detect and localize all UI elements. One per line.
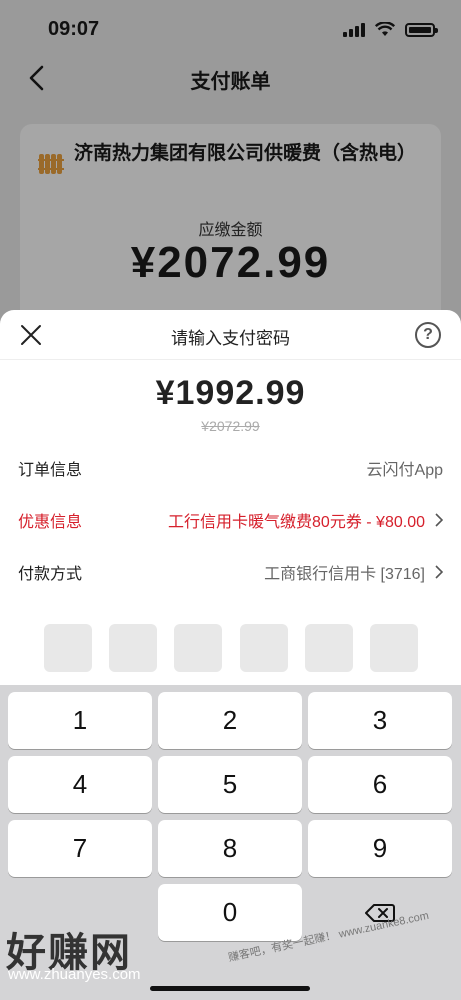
payment-method-row[interactable]: 付款方式 工商银行信用卡 [3716] [18, 560, 443, 584]
key-8[interactable]: 8 [158, 820, 302, 877]
chevron-right-icon [435, 513, 443, 527]
status-bar: 09:07 [0, 0, 461, 60]
amount-due: ¥2072.99 [130, 238, 331, 287]
key-9[interactable]: 9 [308, 820, 452, 877]
order-info-value: 云闪付App [367, 456, 443, 480]
payment-password-sheet: 请输入支付密码 ? ¥1992.99 ¥2072.99 订单信息 云闪付App … [0, 310, 461, 1000]
password-digit-box[interactable] [174, 624, 223, 672]
status-icons [343, 22, 438, 37]
order-info-label: 订单信息 [18, 462, 83, 479]
original-amount: ¥2072.99 [201, 418, 260, 434]
merchant-name: 济南热力集团有限公司供暖费（含热电） [74, 143, 417, 164]
payment-method-value[interactable]: 工商银行信用卡 [3716] [264, 560, 443, 584]
key-6[interactable]: 6 [308, 756, 452, 813]
sheet-title: 请输入支付密码 [171, 329, 290, 348]
promo-info-label: 优惠信息 [18, 514, 83, 531]
promo-info-text: 工行信用卡暖气缴费80元券 - ¥80.00 [168, 514, 425, 531]
key-4[interactable]: 4 [8, 756, 152, 813]
signal-icon [343, 23, 365, 37]
key-7[interactable]: 7 [8, 820, 152, 877]
order-info-text: 云闪付App [366, 462, 443, 479]
password-digit-box[interactable] [44, 624, 92, 672]
password-digit-box[interactable] [369, 624, 418, 672]
payment-method-label: 付款方式 [18, 566, 83, 583]
password-digit-box[interactable] [109, 624, 158, 672]
password-digit-box[interactable] [304, 624, 353, 672]
nav-bar: 支付账单 [0, 55, 461, 103]
promo-info-value[interactable]: 工行信用卡暖气缴费80元券 - ¥80.00 [168, 508, 443, 532]
key-1[interactable]: 1 [8, 692, 152, 749]
key-2[interactable]: 2 [158, 692, 302, 749]
sheet-header: 请输入支付密码 ? [0, 310, 461, 360]
bill-card: 济南热力集团有限公司供暖费（含热电） 应缴金额 ¥2072.99 [20, 124, 441, 324]
key-5[interactable]: 5 [158, 756, 302, 813]
amount-due-label: 应缴金额 [198, 222, 263, 239]
home-indicator [150, 986, 310, 991]
promo-info-row[interactable]: 优惠信息 工行信用卡暖气缴费80元券 - ¥80.00 [18, 508, 443, 532]
watermark-url: www.zhuanyes.com [8, 966, 141, 983]
password-input[interactable] [44, 624, 418, 672]
wifi-icon [375, 22, 395, 36]
key-0[interactable]: 0 [158, 884, 302, 941]
pay-amount: ¥1992.99 [155, 374, 306, 412]
payment-method-text: 工商银行信用卡 [3716] [264, 566, 425, 583]
order-info-row: 订单信息 云闪付App [18, 456, 443, 480]
radiator-icon [38, 154, 64, 174]
key-3[interactable]: 3 [308, 692, 452, 749]
status-time: 09:07 [48, 18, 100, 40]
help-icon[interactable]: ? [415, 322, 441, 348]
battery-icon [405, 23, 438, 37]
chevron-right-icon [435, 565, 443, 579]
password-digit-box[interactable] [239, 624, 288, 672]
page-title: 支付账单 [190, 71, 271, 93]
